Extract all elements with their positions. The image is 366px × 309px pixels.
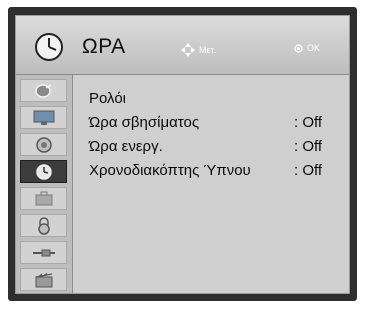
- sidebar-item-media[interactable]: [20, 268, 67, 291]
- sleep-timer-value: : Off: [294, 162, 323, 179]
- off-time-value: : Off: [294, 114, 323, 131]
- sidebar-item-option[interactable]: [20, 187, 67, 210]
- tv-osd-menu: ΩΡΑ Μετ. OK Ρολόι Ώρα σβησίματος: Off Ώ…: [8, 7, 357, 301]
- move-hint-label: Μετ.: [199, 45, 217, 55]
- clapperboard-icon: [35, 272, 52, 287]
- satellite-dish-icon: [34, 83, 51, 98]
- clock-icon: [35, 163, 52, 180]
- clock-icon: [35, 33, 63, 61]
- menu-item-clock[interactable]: Ρολόι: [89, 90, 126, 107]
- category-sidebar: [16, 75, 73, 293]
- ok-hint-label: OK: [307, 43, 321, 53]
- sidebar-item-audio[interactable]: [20, 133, 67, 156]
- menu-content: Ρολόι Ώρα σβησίματος : Off Ώρα ενεργ. : …: [73, 75, 349, 293]
- menu-item-off-time[interactable]: Ώρα σβησίματος: [89, 114, 199, 131]
- sidebar-item-input[interactable]: [20, 241, 67, 264]
- page-title: ΩΡΑ: [82, 35, 126, 58]
- cable-icon: [32, 249, 55, 256]
- sidebar-item-lock[interactable]: [20, 214, 67, 237]
- menu-item-on-time[interactable]: Ώρα ενεργ.: [89, 138, 163, 155]
- monitor-icon: [33, 110, 54, 125]
- menu-header: ΩΡΑ Μετ. OK: [16, 16, 349, 75]
- sidebar-item-setup[interactable]: [20, 79, 67, 102]
- ok-button-icon: [294, 43, 303, 53]
- menu-item-sleep-timer[interactable]: Χρονοδιακόπτης Ύπνου: [89, 162, 251, 179]
- lock-icon: [37, 216, 50, 235]
- speaker-icon: [35, 136, 52, 153]
- briefcase-icon: [35, 191, 52, 205]
- menu-frame: ΩΡΑ Μετ. OK Ρολόι Ώρα σβησίματος: Off Ώ…: [15, 15, 350, 294]
- sidebar-item-time[interactable]: [20, 160, 67, 183]
- on-time-value: : Off: [294, 138, 323, 155]
- move-hint: Μετ.: [181, 43, 217, 57]
- sidebar-item-picture[interactable]: [20, 106, 67, 129]
- navigation-arrows-icon: [181, 43, 195, 57]
- ok-hint: OK: [294, 43, 320, 53]
